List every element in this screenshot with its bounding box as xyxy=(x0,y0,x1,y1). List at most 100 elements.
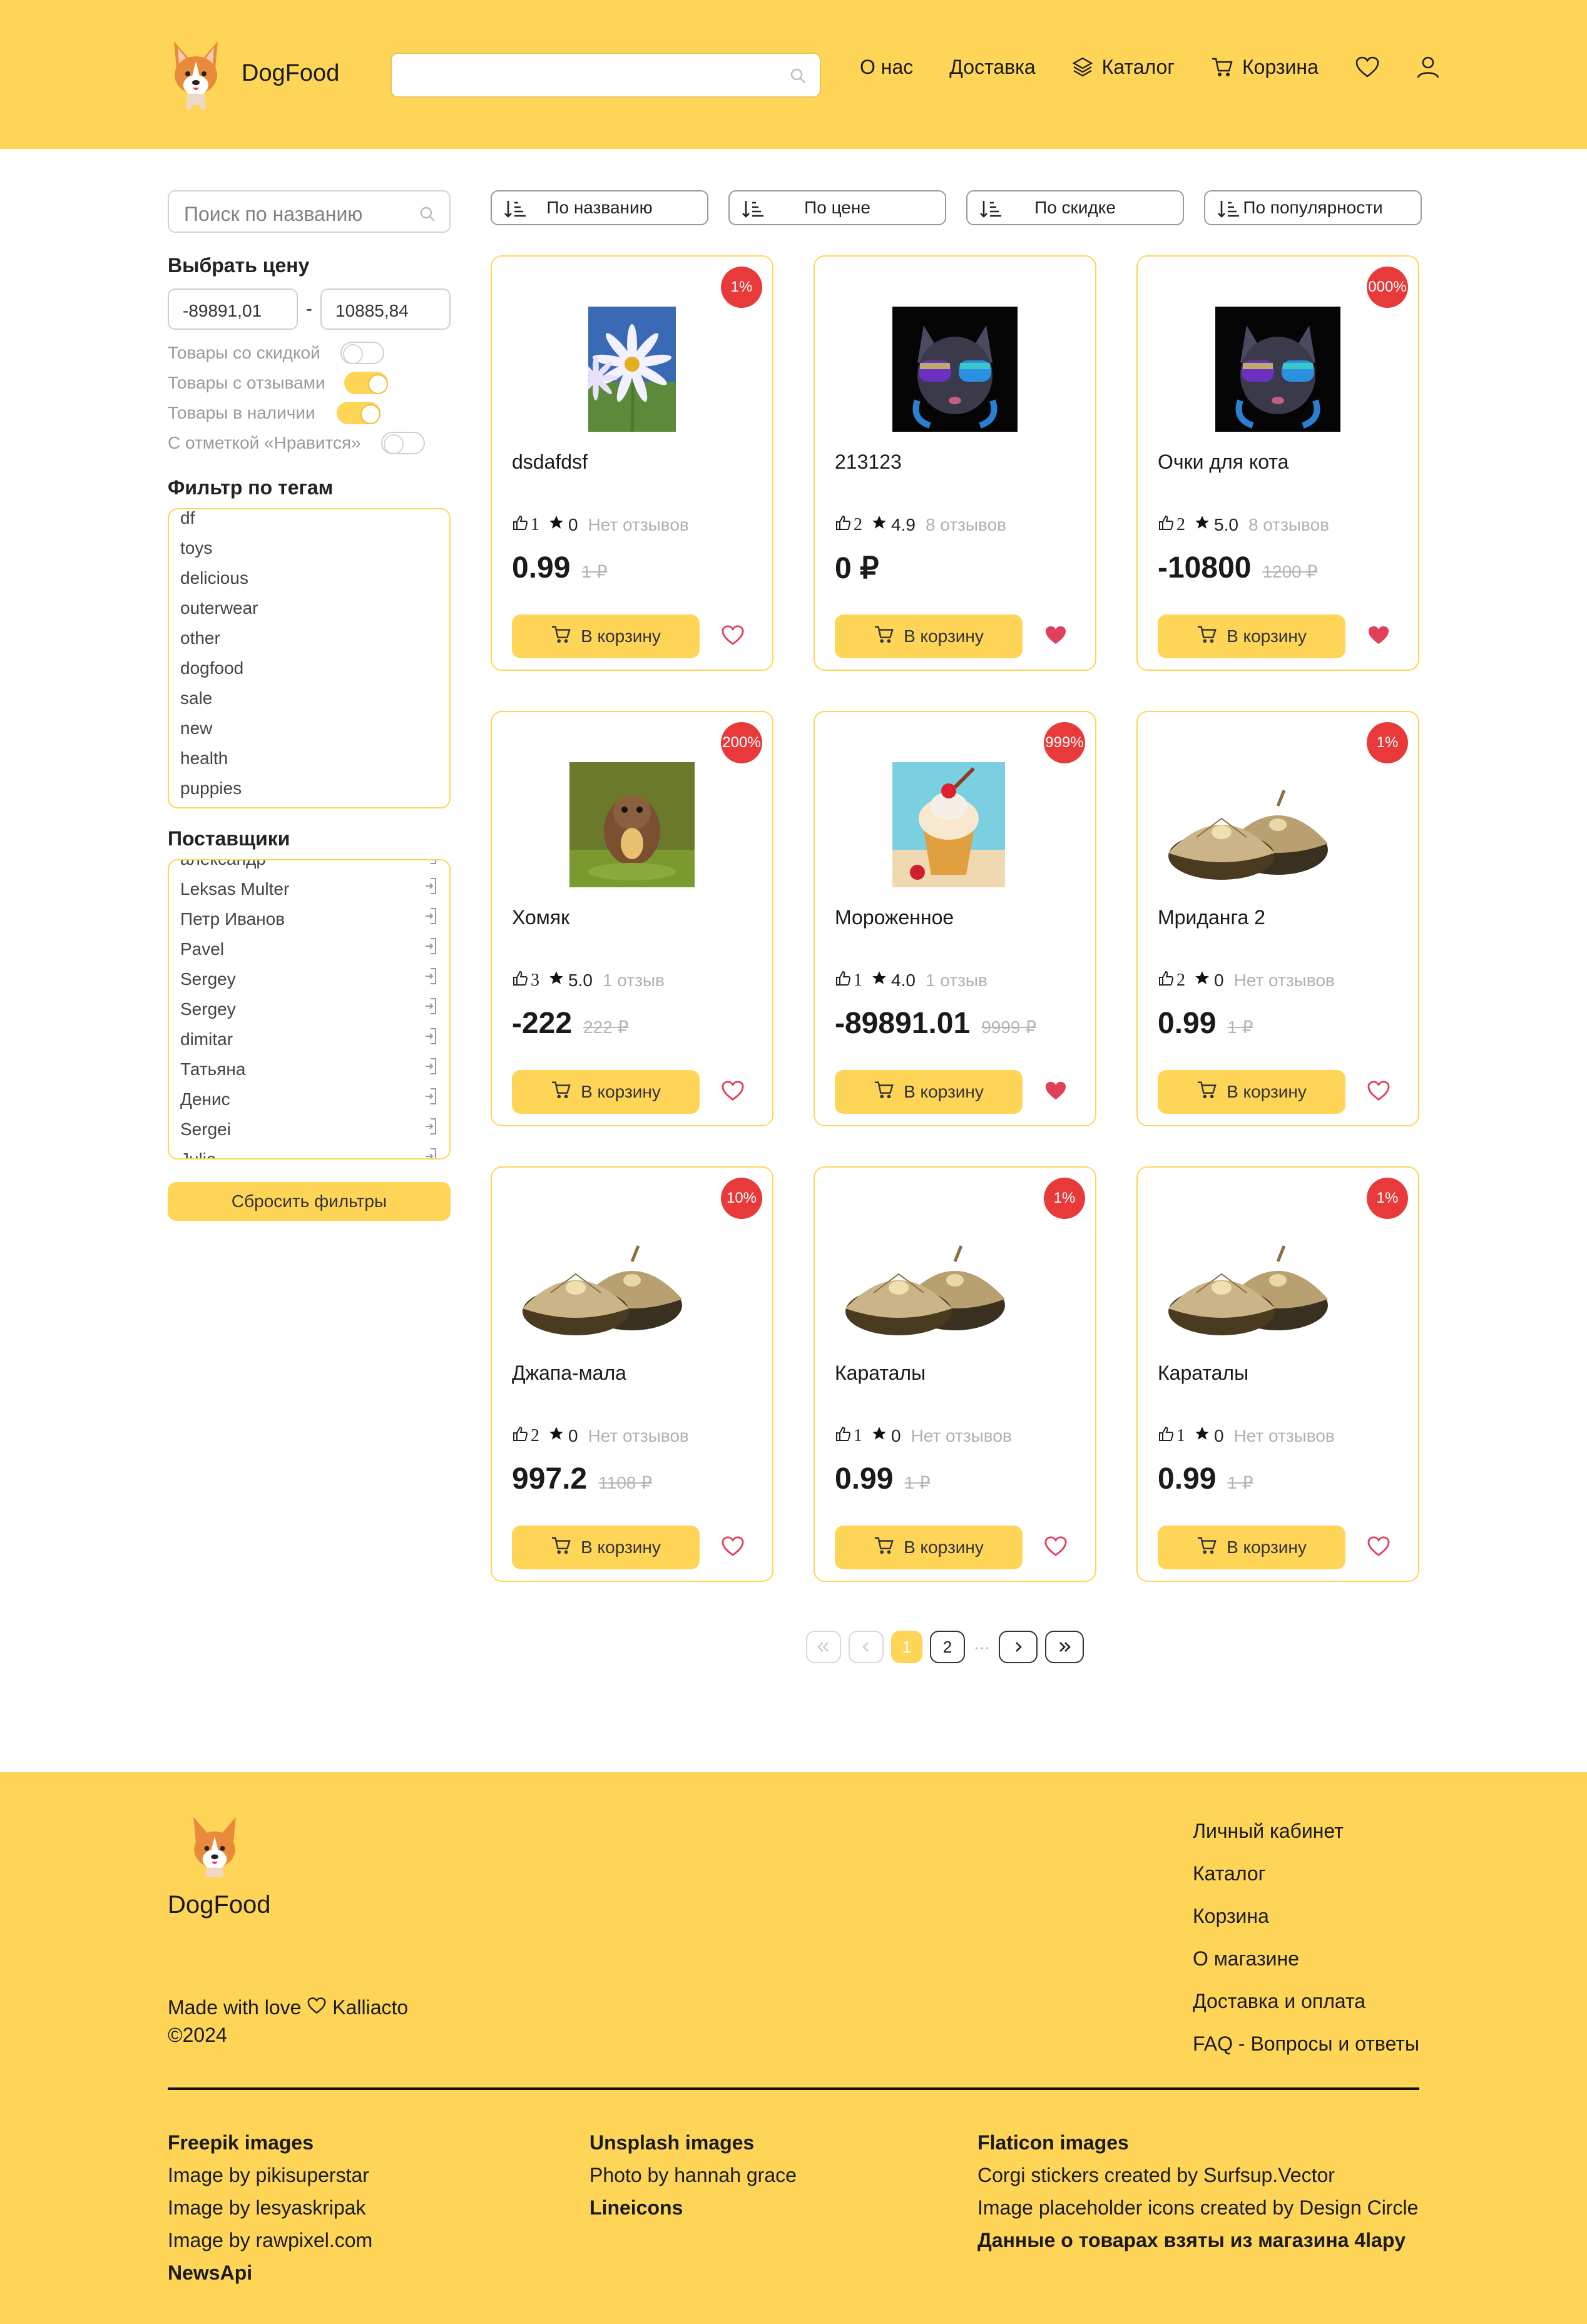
product-card[interactable]: 999% Мороженное 1 4.0 1 отзыв -89891.01 9999 ₽… xyxy=(814,711,1096,1126)
page-1-button[interactable]: 1 xyxy=(891,1631,922,1663)
supplier-item[interactable]: Sergei xyxy=(180,1114,449,1144)
toggle-switch[interactable] xyxy=(340,342,384,364)
product-name[interactable]: Мриданга 2 xyxy=(1158,906,1265,929)
user-profile-icon[interactable] xyxy=(1416,55,1440,79)
footer-link[interactable]: Личный кабинет xyxy=(1193,1810,1419,1852)
product-card[interactable]: 1% Мриданга 2 2 0 Нет отзывов 0.99 1 ₽ В корзин… xyxy=(1136,711,1419,1126)
footer-brand-name[interactable]: DogFood xyxy=(168,1891,271,1919)
favorite-heart-icon[interactable] xyxy=(1367,624,1391,649)
made-author-link[interactable]: Kalliacto xyxy=(332,1996,408,2019)
reviews-count[interactable]: Нет отзывов xyxy=(911,1426,1012,1446)
credit-line[interactable]: Image by rawpixel.com xyxy=(168,2224,372,2256)
suppliers-list[interactable]: александр Leksas Multer Петр Иванов Pavel Se… xyxy=(168,859,451,1159)
footer-link[interactable]: Доставка и оплата xyxy=(1193,1980,1419,2022)
nav-about[interactable]: О нас xyxy=(860,56,913,79)
footer-link[interactable]: FAQ - Вопросы и ответы xyxy=(1193,2022,1419,2065)
sort-by-discount-button[interactable]: По скидке xyxy=(966,190,1184,225)
login-icon[interactable] xyxy=(424,994,438,1024)
product-image[interactable] xyxy=(1168,1230,1369,1343)
favorite-heart-icon[interactable] xyxy=(721,624,745,649)
add-to-cart-button[interactable]: В корзину xyxy=(835,614,1023,658)
add-to-cart-button[interactable]: В корзину xyxy=(835,1526,1023,1569)
first-page-button[interactable] xyxy=(806,1631,841,1663)
login-icon[interactable] xyxy=(424,904,438,934)
login-icon[interactable] xyxy=(424,1054,438,1084)
reset-filters-button[interactable]: Сбросить фильтры xyxy=(168,1182,451,1221)
favorites-heart-icon[interactable] xyxy=(1355,56,1380,78)
tag-item[interactable]: puppies xyxy=(180,773,449,803)
product-card[interactable]: 1% dsdafdsf 1 0 Нет отзывов 0.99 1 ₽ В корзину xyxy=(491,255,773,671)
credit-line[interactable]: Image placeholder icons created by Desig… xyxy=(977,2191,1418,2224)
favorite-heart-icon[interactable] xyxy=(1044,1080,1068,1104)
product-image[interactable] xyxy=(845,1230,1046,1343)
login-icon[interactable] xyxy=(424,1084,438,1114)
credit-line[interactable]: Image by lesyaskripak xyxy=(168,2191,372,2224)
name-search-input[interactable]: Поиск по названию xyxy=(168,190,451,233)
credit-line[interactable]: Image by pikisuperstar xyxy=(168,2159,372,2191)
add-to-cart-button[interactable]: В корзину xyxy=(512,1070,700,1114)
login-icon[interactable] xyxy=(424,964,438,994)
product-image[interactable] xyxy=(892,762,1018,887)
reviews-count[interactable]: Нет отзывов xyxy=(1234,1426,1335,1446)
reviews-count[interactable]: 8 отзывов xyxy=(1248,515,1329,535)
header-search-input[interactable] xyxy=(390,53,821,98)
footer-link[interactable]: Каталог xyxy=(1193,1852,1419,1895)
product-card[interactable]: 200% Хомяк 3 5.0 1 отзыв -222 222 ₽ В корзину xyxy=(491,711,773,1126)
supplier-item[interactable]: Денис xyxy=(180,1084,449,1114)
reviews-count[interactable]: Нет отзывов xyxy=(588,515,689,535)
favorite-heart-icon[interactable] xyxy=(1367,1536,1391,1560)
product-card[interactable]: 1% Караталы 1 0 Нет отзывов 0.99 1 ₽ В корзину xyxy=(814,1166,1096,1582)
credit-heading[interactable]: Lineicons xyxy=(589,2191,797,2224)
product-card[interactable]: 1% Караталы 1 0 Нет отзывов 0.99 1 ₽ В корзину xyxy=(1136,1166,1419,1582)
product-image[interactable] xyxy=(523,1230,723,1343)
favorite-heart-icon[interactable] xyxy=(1044,1536,1068,1560)
product-image[interactable] xyxy=(892,307,1018,432)
footer-link[interactable]: О магазине xyxy=(1193,1937,1419,1980)
supplier-item[interactable]: Julia xyxy=(180,1144,449,1158)
login-icon[interactable] xyxy=(424,934,438,964)
tag-item[interactable]: new xyxy=(180,713,449,743)
login-icon[interactable] xyxy=(424,1144,438,1158)
product-image[interactable] xyxy=(1168,775,1369,887)
sort-by-price-button[interactable]: По цене xyxy=(728,190,946,225)
search-icon[interactable] xyxy=(419,204,436,227)
tags-list[interactable]: df toys delicious outerwear other dogfood sale… xyxy=(168,508,451,808)
supplier-item[interactable]: Татьяна xyxy=(180,1054,449,1084)
sort-by-name-button[interactable]: По названию xyxy=(491,190,708,225)
product-image[interactable] xyxy=(1215,307,1340,432)
toggle-switch[interactable] xyxy=(336,402,380,424)
login-icon[interactable] xyxy=(424,1114,438,1144)
toggle-switch[interactable] xyxy=(380,432,425,454)
product-name[interactable]: Хомяк xyxy=(512,906,569,929)
login-icon[interactable] xyxy=(424,874,438,904)
logo[interactable]: DogFood xyxy=(168,36,339,110)
credit-heading[interactable]: NewsApi xyxy=(168,2256,372,2289)
favorite-heart-icon[interactable] xyxy=(1044,624,1068,649)
nav-catalog[interactable]: Каталог xyxy=(1072,56,1175,79)
last-page-button[interactable] xyxy=(1045,1631,1084,1663)
supplier-item[interactable]: александр xyxy=(180,860,449,874)
product-card[interactable]: 000% Очки для кота 2 5.0 8 отзывов -10800 1200… xyxy=(1136,255,1419,671)
product-image[interactable] xyxy=(569,762,695,887)
add-to-cart-button[interactable]: В корзину xyxy=(512,614,700,658)
next-page-button[interactable] xyxy=(999,1631,1038,1663)
credit-heading[interactable]: Unsplash images xyxy=(589,2126,797,2159)
tag-item[interactable]: delicious xyxy=(180,563,449,593)
product-name[interactable]: Караталы xyxy=(1158,1362,1248,1385)
supplier-item[interactable]: dimitar xyxy=(180,1024,449,1054)
add-to-cart-button[interactable]: В корзину xyxy=(835,1070,1023,1114)
sort-by-popularity-button[interactable]: По популярности xyxy=(1204,190,1422,225)
reviews-count[interactable]: Нет отзывов xyxy=(1234,971,1335,991)
supplier-item[interactable]: Pavel xyxy=(180,934,449,964)
footer-link[interactable]: Корзина xyxy=(1193,1895,1419,1937)
favorite-heart-icon[interactable] xyxy=(721,1536,745,1560)
credit-heading[interactable]: Freepik images xyxy=(168,2126,372,2159)
login-icon[interactable] xyxy=(424,860,438,874)
tag-item[interactable]: df xyxy=(180,509,449,533)
add-to-cart-button[interactable]: В корзину xyxy=(1158,1526,1345,1569)
favorite-heart-icon[interactable] xyxy=(1367,1080,1391,1104)
price-max-input[interactable]: 10885,84 xyxy=(320,288,451,330)
product-card[interactable]: 213123 2 4.9 8 отзывов 0 ₽ В корзину xyxy=(814,255,1096,671)
reviews-count[interactable]: 8 отзывов xyxy=(926,515,1006,535)
page-2-button[interactable]: 2 xyxy=(930,1631,965,1663)
